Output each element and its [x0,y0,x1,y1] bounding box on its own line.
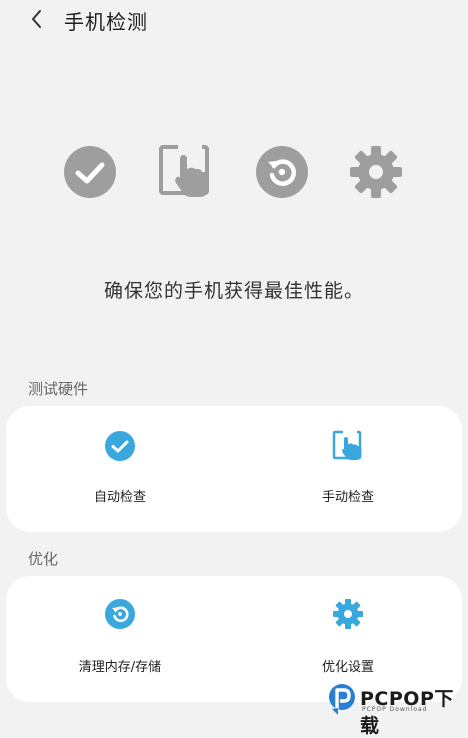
check-circle-icon [64,146,116,198]
check-circle-icon [105,431,135,461]
clean-memory-storage-button[interactable]: 清理内存/存储 [6,576,234,702]
auto-check-button[interactable]: 自动检查 [6,406,234,532]
back-arrow-icon[interactable] [26,7,50,31]
app-header: 手机检测 [0,0,468,40]
gear-icon [333,599,363,629]
touch-screen-icon [332,430,362,460]
gear-icon [350,146,402,198]
manual-check-label: 手动检查 [321,490,374,505]
optimize-settings-label: 优化设置 [321,660,374,675]
section-label-hardware: 测试硬件 [28,380,89,398]
auto-check-label: 自动检查 [93,490,146,505]
hero-message: 确保您的手机获得最佳性能。 [103,280,364,302]
pcpop-logo-icon [329,684,355,715]
manual-check-button[interactable]: 手动检查 [234,406,462,532]
hardware-card: 自动检查 手动检查 [6,406,462,532]
refresh-cycle-icon [256,146,308,198]
watermark-subtext: PCPOP Download [362,706,428,713]
clean-memory-storage-label: 清理内存/存储 [78,660,162,675]
section-label-optimize: 优化 [28,550,59,568]
touch-screen-icon [159,144,209,197]
page-title: 手机检测 [64,10,148,34]
pcpop-watermark: PCPOP下载 PCPOP Download [326,680,466,737]
refresh-cycle-icon [105,599,135,629]
